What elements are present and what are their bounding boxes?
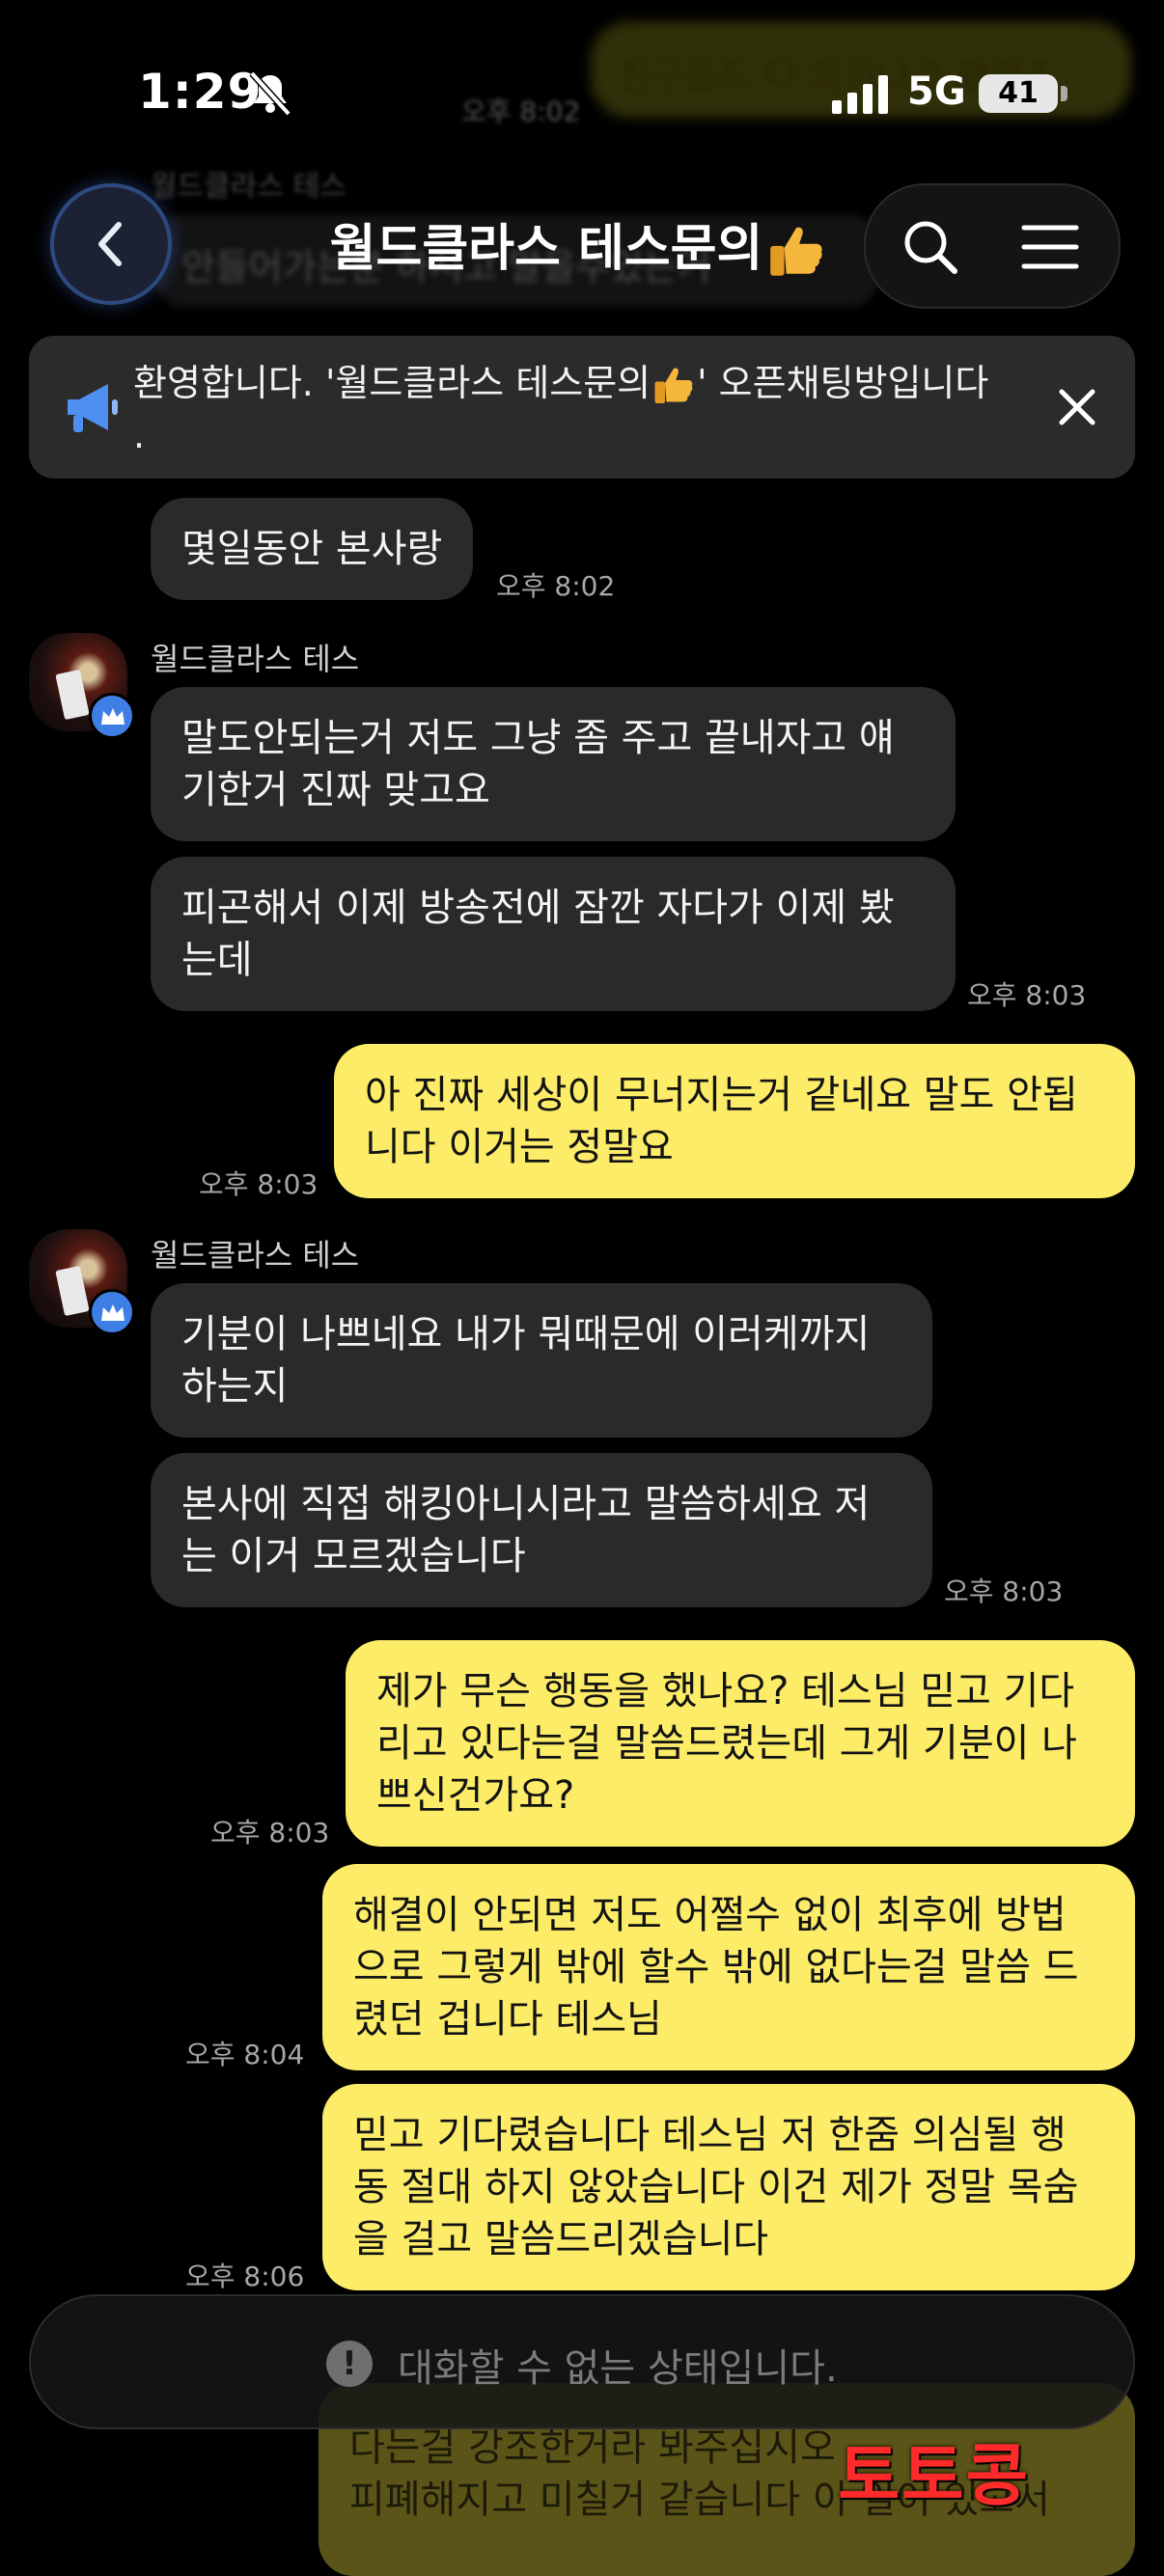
message-bubble-incoming[interactable]: 피곤해서 이제 방송전에 잠깐 자다가 이제 봤 는데 [151,857,956,1011]
crown-badge-icon [89,1289,135,1335]
chevron-left-icon [98,222,122,266]
message-time: 오후 8:03 [944,1576,1064,1607]
chat-room-title: 월드클라스 테스문의 [290,207,869,284]
message-text-line: 제가 무슨 행동을 했나요? 테스님 믿고 기다 [376,1669,1075,1713]
message-text-line: 리고 있다는걸 말씀드렸는데 그게 기분이 나 [376,1721,1077,1766]
close-icon[interactable] [1054,384,1100,430]
background-peek-time: 오후 8:02 [461,96,581,127]
silent-bell-icon [249,70,291,117]
message-time: 오후 8:03 [967,979,1087,1011]
notice-text-main: 환영합니다. '월드클라스 테스문의 [133,362,651,404]
message-text-line: 으로 그렇게 밖에 할수 밖에 없다는걸 말씀 드 [353,1945,1079,1989]
message-bubble-outgoing[interactable]: 아 진짜 세상이 무너지는거 같네요 말도 안됩 니다 이거는 정말요 [334,1044,1135,1198]
message-text-line: 기한거 진짜 맞고요 [181,768,490,812]
message-bubble-incoming[interactable]: 말도안되는거 저도 그냥 좀 주고 끝내자고 얘 기한거 진짜 맞고요 [151,687,956,841]
header-actions [864,183,1121,309]
message-text-line: 본사에 직접 해킹아니시라고 말씀하세요 저 [181,1482,871,1526]
message-text-line: 쁘신건가요? [376,1773,575,1818]
message-bubble-incoming[interactable]: 본사에 직접 해킹아니시라고 말씀하세요 저 는 이거 모르겠습니다 [151,1453,932,1607]
message-text-line: 해결이 안되면 저도 어쩔수 없이 최후에 방법 [353,1893,1067,1937]
message-bubble-outgoing[interactable]: 제가 무슨 행동을 했나요? 테스님 믿고 기다 리고 있다는걸 말씀드렸는데 … [346,1640,1135,1847]
network-type: 5G [907,69,966,114]
message-time: 오후 8:06 [185,2261,305,2292]
background-peek-sender: 월드클라스 테스 [151,170,346,204]
message-bubble-outgoing[interactable]: 해결이 안되면 저도 어쩔수 없이 최후에 방법 으로 그렇게 밖에 할수 밖에… [322,1864,1135,2070]
avatar[interactable] [29,633,135,739]
message-time: 오후 8:02 [496,570,616,602]
message-text-line: 다는걸 강조한거라 봐주십시오 [349,2425,836,2470]
message-text-line: 피곤해서 이제 방송전에 잠깐 자다가 이제 봤 [181,886,895,930]
status-time: 1:29 [138,64,263,120]
message-text-line: 는데 [181,938,253,982]
menu-icon[interactable] [1020,220,1080,274]
message-bubble-incoming[interactable]: 몇일동안 본사랑 [151,498,474,600]
watermark-logo: 토토콩 [838,2436,1031,2515]
sender-name: 월드클라스 테스 [151,1237,360,1274]
sender-name: 월드클라스 테스 [151,641,360,677]
message-text-line: 하는지 [181,1364,289,1409]
message-input-disabled[interactable]: ! 대화할 수 없는 상태입니다. [29,2294,1135,2429]
signal-icon [832,75,888,114]
battery-tip [1061,86,1067,101]
message-text-line: 니다 이거는 정말요 [365,1125,674,1169]
message-text-line: 기분이 나쁘네요 내가 뭐때문에 이러케까지 [181,1312,871,1357]
warning-icon: ! [326,2341,373,2387]
thumbs-up-icon [770,227,822,276]
message-text-line: 을 걸고 말씀드리겠습니다 [353,2217,769,2261]
message-bubble-incoming[interactable]: 기분이 나쁘네요 내가 뭐때문에 이러케까지 하는지 [151,1283,932,1438]
notice-text-tail: . [133,414,146,456]
battery-level: 41 [979,74,1058,113]
search-icon[interactable] [901,217,960,277]
input-placeholder: 대화할 수 없는 상태입니다. [398,2346,838,2391]
message-text-line: 믿고 기다렸습니다 테스님 저 한줌 의심될 행 [353,2113,1067,2157]
megaphone-icon [68,384,118,432]
message-text-line: 아 진짜 세상이 무너지는거 같네요 말도 안됩 [365,1073,1078,1117]
chat-room-title-text: 월드클라스 테스문의 [329,220,763,278]
message-text: 몇일동안 본사랑 [181,527,443,571]
avatar[interactable] [29,1229,135,1335]
message-time: 오후 8:04 [185,2039,305,2070]
message-bubble-outgoing[interactable]: 믿고 기다렸습니다 테스님 저 한줌 의심될 행 동 절대 하지 않았습니다 이… [322,2084,1135,2290]
back-button[interactable] [50,183,172,305]
thumbs-up-icon [654,368,693,403]
message-text-line: 는 이거 모르겠습니다 [181,1534,526,1578]
message-time: 오후 8:03 [210,1817,330,1849]
crown-badge-icon [89,693,135,739]
message-time: 오후 8:03 [199,1168,319,1200]
notice-banner[interactable]: 환영합니다. '월드클라스 테스문의 ' 오픈채팅방입니다 . [29,336,1135,479]
message-text-line: 동 절대 하지 않았습니다 이건 제가 정말 목숨 [353,2165,1079,2209]
notice-text: 환영합니다. '월드클라스 테스문의 ' 오픈채팅방입니다 . [133,357,1069,461]
message-text-line: 말도안되는거 저도 그냥 좀 주고 끝내자고 얘 [181,716,895,760]
notice-text-after: ' 오픈채팅방입니다 [697,362,989,404]
message-text-line: 렸던 겁니다 테스님 [353,1997,662,2042]
